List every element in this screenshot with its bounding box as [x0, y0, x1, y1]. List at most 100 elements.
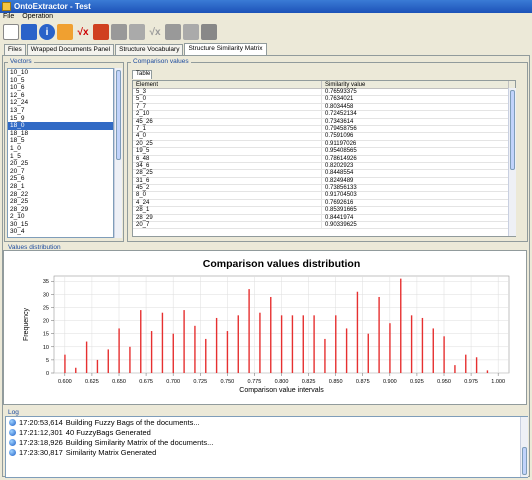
vector-item[interactable]: 12_24 — [8, 99, 113, 107]
comparison-title: Comparison values — [131, 58, 191, 65]
log-message: Building Fuzzy Bags of the documents... — [65, 417, 200, 427]
vector-item[interactable]: 18_5 — [8, 137, 113, 145]
vector-item[interactable]: 28_22 — [8, 191, 113, 199]
info-icon[interactable]: i — [39, 24, 55, 40]
tab-files[interactable]: Files — [4, 44, 26, 55]
table-row[interactable]: 20_25 0.91197026 — [133, 140, 515, 149]
x-tick-label: 0.600 — [58, 379, 72, 385]
table-row[interactable]: 5_3 0.76593375 — [133, 89, 515, 97]
log-scroll-thumb[interactable] — [522, 447, 527, 475]
extract-icon[interactable] — [57, 24, 73, 40]
table-row[interactable]: 28_29 0.8441974 — [133, 214, 515, 223]
gray-puzzle-icon[interactable] — [165, 24, 181, 40]
fx-icon[interactable]: √x — [75, 24, 91, 40]
bar — [237, 315, 239, 373]
vector-item[interactable]: 18_18 — [8, 130, 113, 138]
vectors-scroll-thumb[interactable] — [116, 70, 121, 160]
vector-item[interactable]: 25_6 — [8, 175, 113, 183]
gray-puzzle-icon[interactable] — [183, 24, 199, 40]
y-tick-label: 25 — [43, 305, 49, 311]
table-row[interactable]: 28_25 0.8448554 — [133, 170, 515, 178]
bar — [421, 317, 424, 373]
menu-operation[interactable]: Operation — [22, 13, 53, 22]
vector-item[interactable]: 30_4 — [8, 228, 113, 236]
vector-item[interactable]: 13_7 — [8, 107, 113, 115]
x-tick-label: 0.850 — [329, 379, 343, 385]
cell-element: 19_5 — [133, 148, 322, 155]
table-row[interactable]: 2_10 0.72452134 — [133, 111, 515, 119]
table-row[interactable]: 34_6 0.8202923 — [133, 162, 515, 171]
table-row[interactable]: 19_5 0.95408565 — [133, 148, 515, 156]
log-title: Log — [6, 409, 21, 416]
cell-element: 7_7 — [133, 103, 322, 111]
log-entry: 17:23:30,817 Similarity Matrix Generated — [6, 447, 527, 457]
table-row[interactable]: 5_0 0.7634021 — [133, 96, 515, 104]
table-row[interactable]: 4_0 0.7591096 — [133, 133, 515, 141]
bar — [194, 325, 196, 373]
vector-item[interactable]: 10_5 — [8, 77, 113, 85]
table-scroll-thumb[interactable] — [510, 90, 515, 170]
table-row[interactable]: 28_1 0.85391665 — [133, 207, 515, 215]
gray-image-icon[interactable] — [201, 24, 217, 40]
cell-similarity: 0.7591096 — [322, 133, 509, 140]
bar — [324, 338, 326, 373]
vector-item[interactable]: 28_25 — [8, 198, 113, 206]
vector-item[interactable]: 10_6 — [8, 84, 113, 92]
bar — [107, 349, 109, 373]
x-tick-label: 0.750 — [220, 379, 234, 385]
vector-item[interactable]: 28_1 — [8, 183, 113, 191]
vector-item[interactable]: 1_5 — [8, 153, 113, 161]
x-axis-label: Comparison value intervals — [239, 387, 324, 394]
tab-structure-vocabulary[interactable]: Structure Vocabulary — [115, 44, 184, 55]
x-tick-label: 0.925 — [410, 379, 424, 385]
cell-element: 6_48 — [133, 155, 322, 162]
cell-element: 5_3 — [133, 89, 322, 96]
cell-similarity: 0.8441974 — [322, 214, 509, 222]
menu-file[interactable]: File — [3, 13, 14, 22]
vector-item[interactable]: 10_10 — [8, 69, 113, 77]
cell-element: 28_25 — [133, 170, 322, 177]
puzzle-icon[interactable] — [93, 24, 109, 40]
vector-item[interactable]: 15_9 — [8, 115, 113, 123]
cell-element: 4_0 — [133, 133, 322, 140]
column-element[interactable]: Element — [133, 81, 322, 88]
table-row[interactable]: 45_2 0.73856133 — [133, 185, 515, 193]
gray-fx-icon[interactable]: √x — [147, 24, 163, 40]
table-row[interactable]: 7_7 0.8034458 — [133, 103, 515, 112]
table-scrollbar[interactable] — [508, 88, 516, 236]
histogram-svg: Comparison values distribution 0 5 10 15 20 25… — [23, 258, 510, 394]
gray-puzzle-icon[interactable] — [111, 24, 127, 40]
info-bubble-icon — [9, 438, 16, 446]
vectors-scrollbar[interactable] — [114, 68, 122, 238]
table-row[interactable]: 45_26 0.7343614 — [133, 118, 515, 126]
bar — [486, 370, 489, 373]
vector-item[interactable]: 2_10 — [8, 213, 113, 221]
cell-similarity: 0.91197026 — [322, 140, 509, 148]
vector-item[interactable]: 28_29 — [8, 206, 113, 214]
cell-element: 45_2 — [133, 185, 322, 192]
tab-wrapped-documents[interactable]: Wrapped Documents Panel — [26, 44, 115, 55]
table-row[interactable]: 7_1 0.79458756 — [133, 125, 515, 134]
y-tick-label: 0 — [46, 371, 49, 377]
vector-item[interactable]: 1_0 — [8, 145, 113, 153]
vector-item[interactable]: 20_25 — [8, 160, 113, 168]
vector-item[interactable]: 12_6 — [8, 92, 113, 100]
x-tick-label: 0.725 — [193, 379, 207, 385]
table-row[interactable]: 8_0 0.91704503 — [133, 192, 515, 200]
table-row[interactable]: 20_7 0.90339625 — [133, 222, 515, 230]
table-row[interactable]: 31_6 0.8249489 — [133, 177, 515, 186]
vector-item[interactable]: 18_0 — [8, 122, 113, 130]
log-scrollbar[interactable] — [520, 417, 528, 477]
vector-item[interactable]: 20_7 — [8, 168, 113, 176]
tab-table[interactable]: Table — [132, 70, 152, 79]
vector-item[interactable]: 30_15 — [8, 221, 113, 229]
new-document-icon[interactable] — [3, 24, 19, 40]
tab-structure-similarity-matrix[interactable]: Structure Similarity Matrix — [184, 43, 267, 55]
gray-puzzle-icon[interactable] — [129, 24, 145, 40]
app-icon — [2, 2, 11, 11]
column-similarity[interactable]: Similarity value — [322, 81, 509, 88]
cell-similarity: 0.7634021 — [322, 96, 509, 103]
table-row[interactable]: 6_48 0.78614926 — [133, 155, 515, 163]
table-row[interactable]: 4_24 0.7692616 — [133, 199, 515, 208]
open-folder-icon[interactable] — [21, 24, 37, 40]
